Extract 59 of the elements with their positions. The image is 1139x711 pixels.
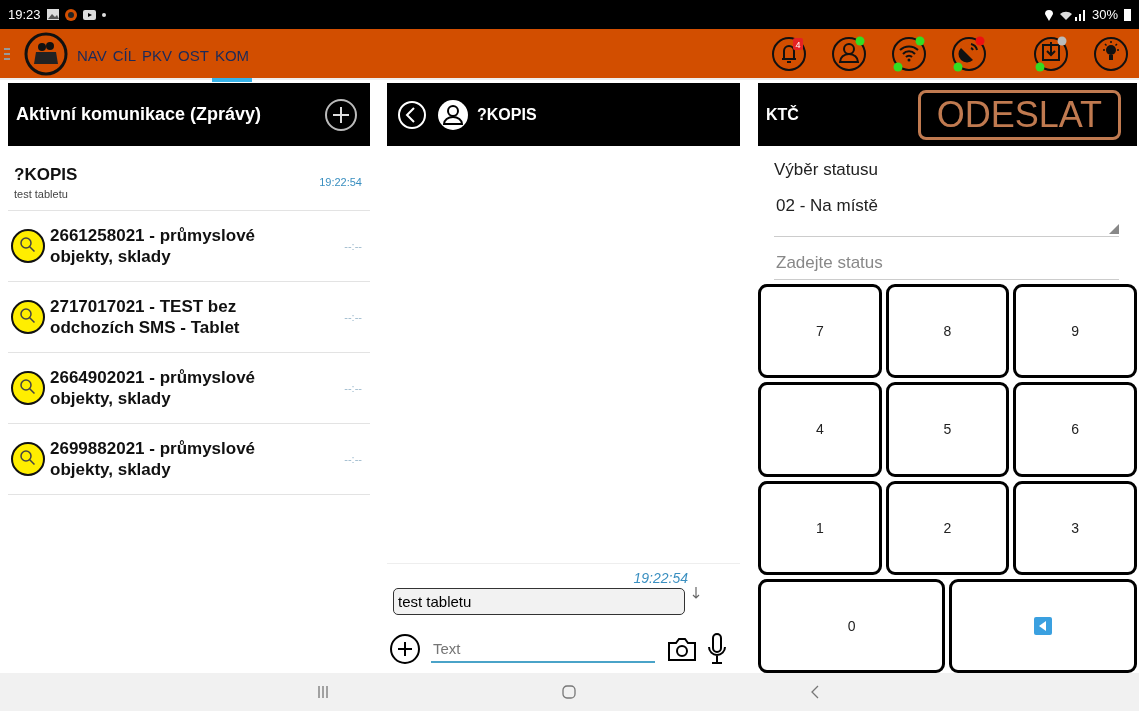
microphone-icon[interactable] <box>707 633 727 665</box>
camera-icon[interactable] <box>667 636 697 662</box>
incident-time: --:-- <box>344 311 362 323</box>
keypad-key[interactable]: 1 <box>758 480 882 575</box>
conversation-title: ?KOPIS <box>14 164 78 185</box>
keypad-key[interactable]: 7 <box>758 284 882 379</box>
keypad-key[interactable]: 2 <box>885 480 1010 575</box>
dropdown-arrow-icon <box>1109 224 1119 234</box>
add-icon[interactable] <box>389 633 421 665</box>
incident-item[interactable]: 2717017021 - TEST bez odchozích SMS - Tablet --:-- <box>8 282 370 353</box>
list-title: Aktivní komunikace (Zprávy) <box>16 104 262 125</box>
search-icon <box>10 441 46 477</box>
down-arrow-icon <box>691 586 701 600</box>
incident-item[interactable]: 2664902021 - průmyslové objekty, sklady --:-- <box>8 353 370 424</box>
video-icon <box>82 9 96 20</box>
person-icon <box>437 98 469 131</box>
keypad-key[interactable]: 6 <box>1013 382 1137 477</box>
logo-icon[interactable] <box>24 31 68 76</box>
keypad-key[interactable]: 4 <box>758 382 882 477</box>
message-bubble: test tabletu <box>393 588 685 615</box>
backspace-icon <box>1034 616 1053 635</box>
incident-title: 2717017021 - TEST bez odchozích SMS - Tablet <box>50 296 241 338</box>
field-label: Výběr statusu <box>774 160 879 180</box>
battery-icon <box>1124 8 1131 21</box>
incident-time: --:-- <box>344 240 362 252</box>
clock: 19:23 <box>8 7 41 22</box>
search-icon <box>10 370 46 406</box>
search-icon <box>10 299 46 335</box>
keypad-key[interactable]: 0 <box>758 578 946 673</box>
message-time: 19:22:54 <box>632 570 688 586</box>
home-icon[interactable] <box>562 685 577 699</box>
app-icon <box>64 8 77 21</box>
status-dropdown[interactable]: 02 - Na místě <box>774 196 1119 237</box>
back-icon[interactable] <box>397 99 427 130</box>
status-title: KTČ <box>766 105 799 124</box>
keypad-key[interactable]: 3 <box>1013 480 1137 575</box>
location-icon <box>1043 8 1054 21</box>
incident-item[interactable]: 2661258021 - průmyslové objekty, sklady --:-- <box>8 211 370 282</box>
keypad-key[interactable]: 9 <box>1013 284 1137 379</box>
search-icon <box>10 228 46 264</box>
chat-title: ?KOPIS <box>477 105 537 124</box>
incident-time: --:-- <box>344 382 362 394</box>
incident-title: 2661258021 - průmyslové objekty, sklady <box>50 225 257 267</box>
image-icon <box>46 9 59 20</box>
add-icon[interactable] <box>324 97 358 132</box>
send-button[interactable]: ODESLAT <box>917 89 1121 140</box>
conversation-preview: test tabletu <box>14 187 69 200</box>
incident-item[interactable]: 2699882021 - průmyslové objekty, sklady --:-- <box>8 424 370 495</box>
battery-level: 30% <box>1091 7 1118 22</box>
backspace-key[interactable] <box>949 578 1137 673</box>
keypad-key[interactable]: 8 <box>885 284 1010 379</box>
incident-time: --:-- <box>344 453 362 465</box>
dot-icon <box>101 12 106 17</box>
keypad-key[interactable]: 5 <box>885 382 1010 477</box>
incident-title: 2664902021 - průmyslové objekty, sklady <box>50 367 257 409</box>
signal-icon <box>1059 8 1086 21</box>
conversation-item[interactable]: ?KOPIS test tabletu 19:22:54 <box>8 154 370 211</box>
incident-title: 2699882021 - průmyslové objekty, sklady <box>50 438 257 480</box>
conversation-time: 19:22:54 <box>319 176 362 188</box>
